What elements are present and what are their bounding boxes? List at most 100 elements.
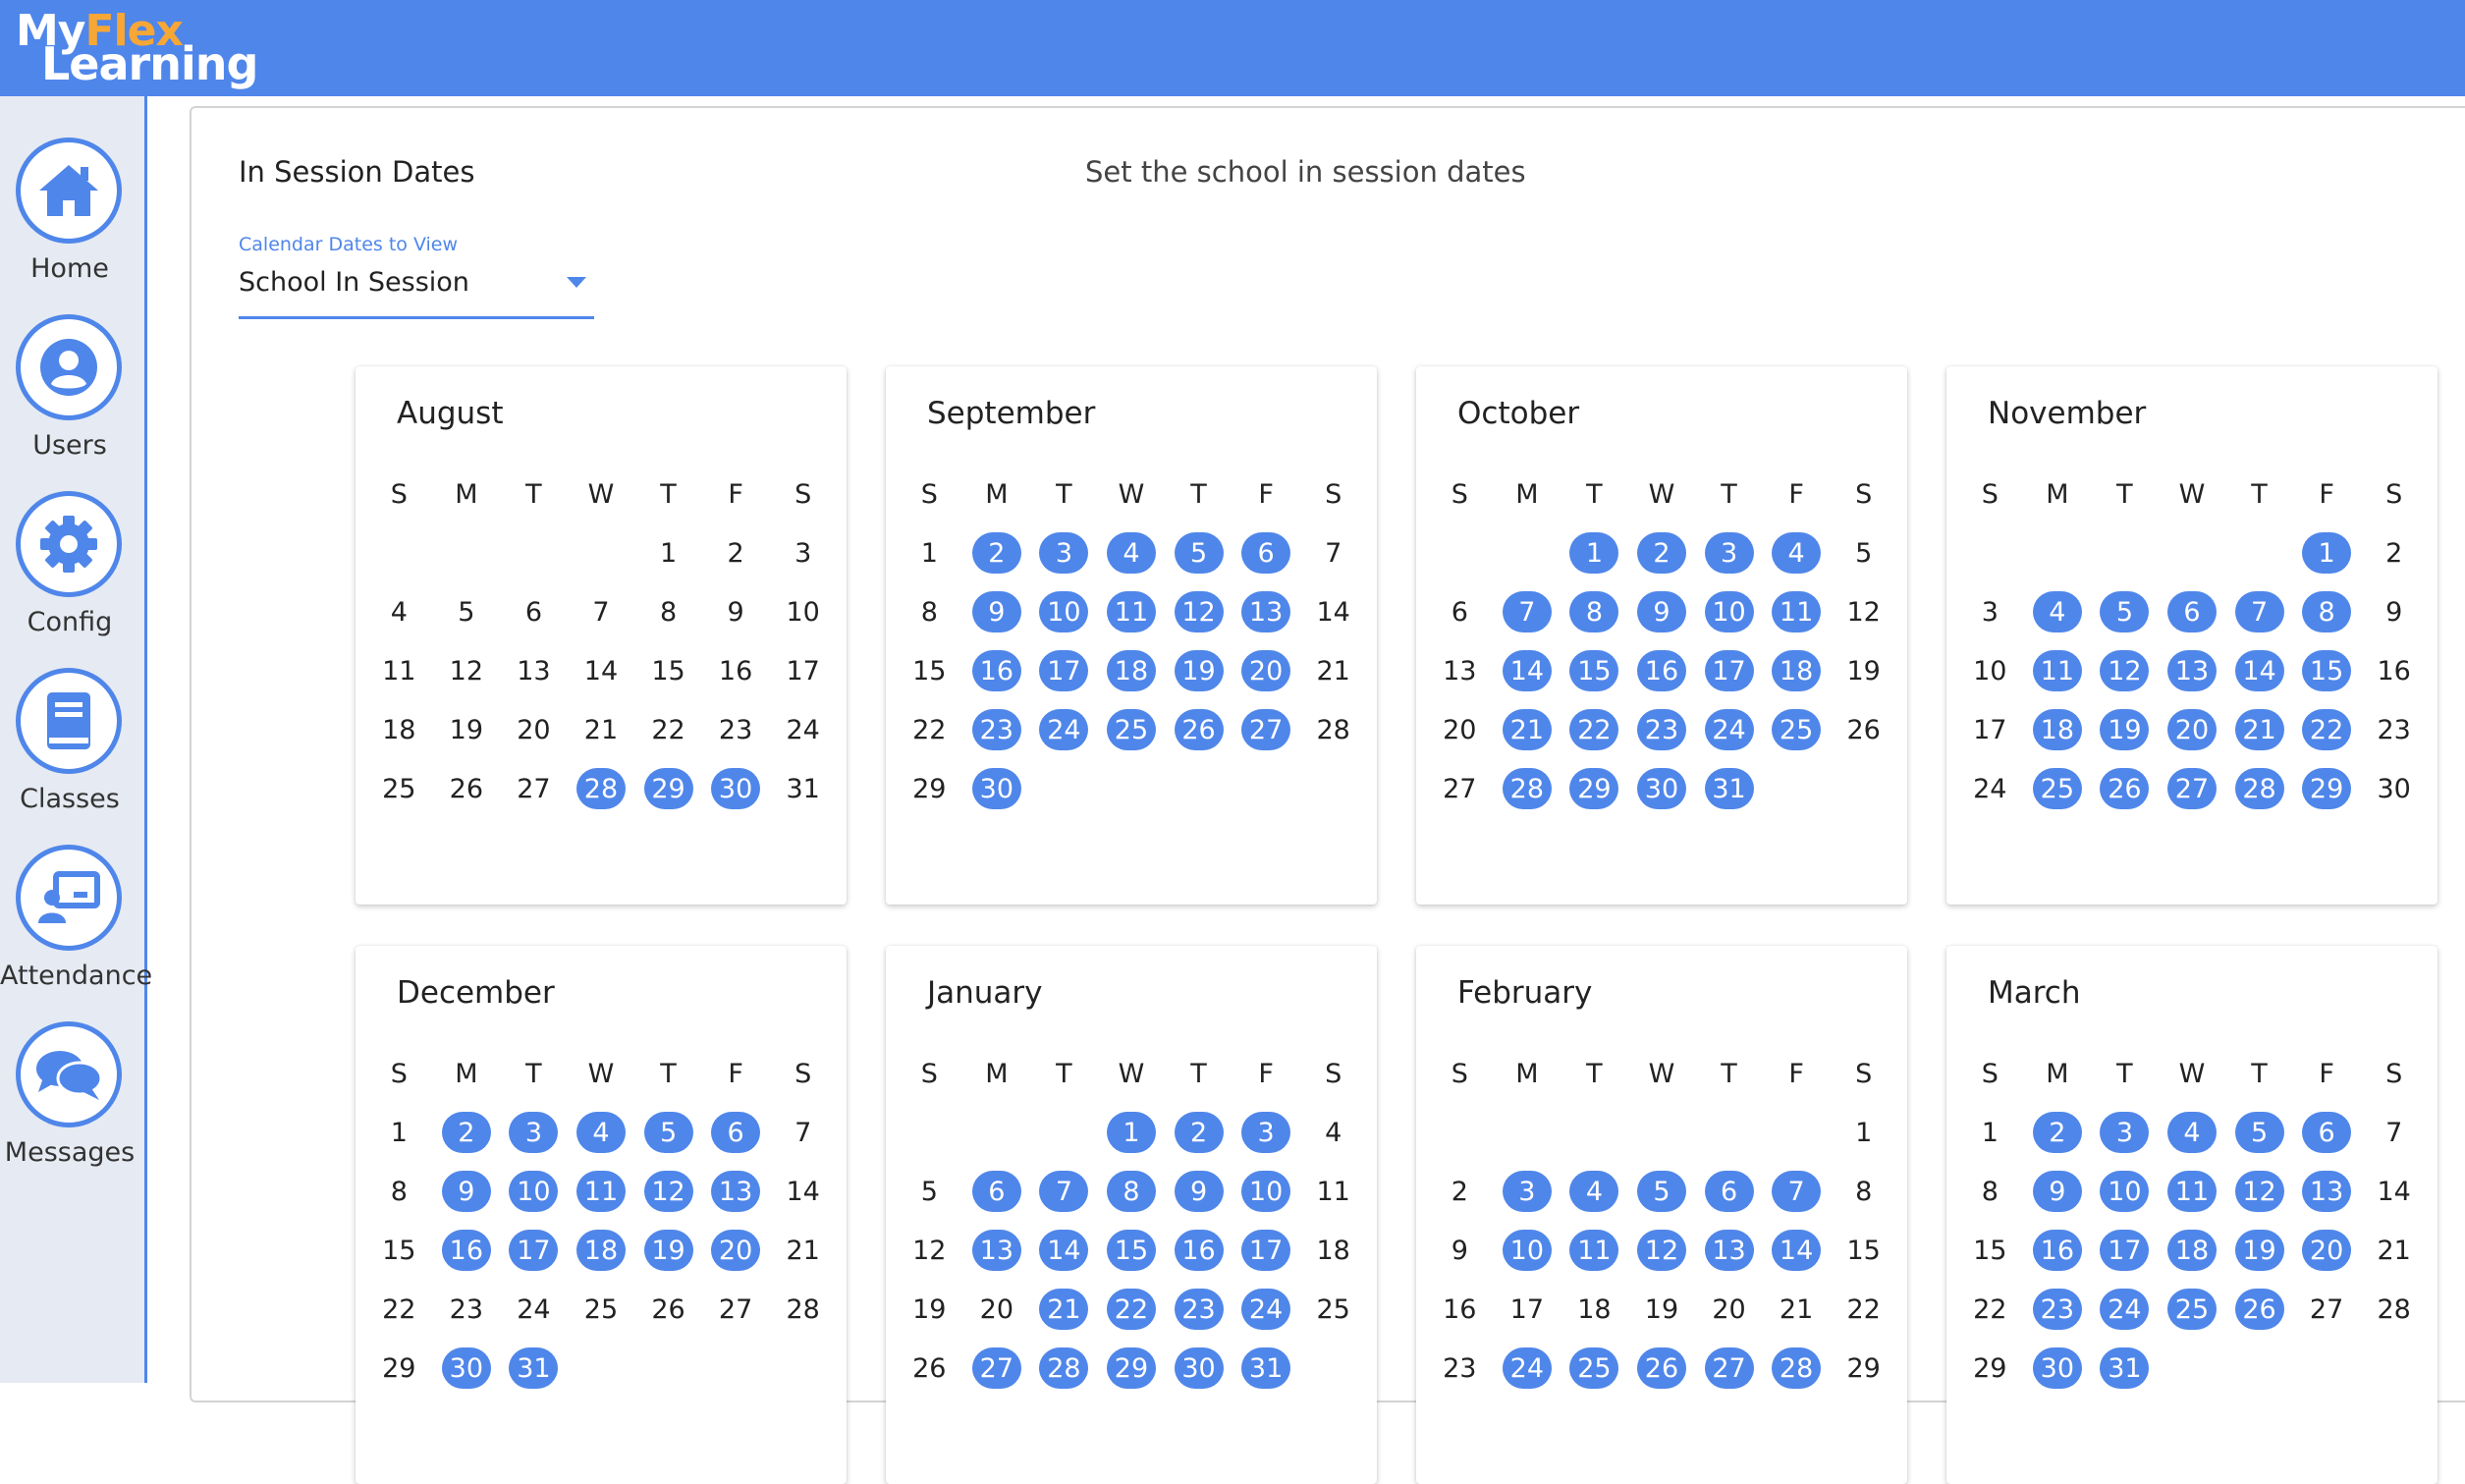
day-number[interactable]: 8: [1965, 1171, 2014, 1212]
day-in-session[interactable]: 20: [2302, 1230, 2352, 1271]
day-number[interactable]: 22: [1965, 1289, 2014, 1330]
day-cell[interactable]: 2: [2024, 1103, 2092, 1162]
day-cell[interactable]: 29: [1561, 759, 1628, 818]
day-cell[interactable]: 12: [1628, 1221, 1696, 1280]
day-cell[interactable]: 17: [1030, 641, 1098, 700]
day-cell[interactable]: 31: [769, 759, 837, 818]
day-cell[interactable]: 16: [433, 1221, 501, 1280]
day-in-session[interactable]: 12: [1174, 591, 1224, 632]
day-number[interactable]: 7: [576, 591, 626, 632]
day-cell[interactable]: 20: [963, 1280, 1031, 1339]
day-in-session[interactable]: 13: [1241, 591, 1291, 632]
day-in-session[interactable]: 22: [2302, 709, 2352, 750]
day-cell[interactable]: 24: [500, 1280, 568, 1339]
day-cell[interactable]: 2: [433, 1103, 501, 1162]
day-number[interactable]: 27: [711, 1289, 760, 1330]
day-number[interactable]: 17: [1965, 709, 2014, 750]
day-in-session[interactable]: 14: [2234, 650, 2284, 691]
day-number[interactable]: 15: [1965, 1230, 2014, 1271]
day-cell[interactable]: 2: [1165, 1103, 1232, 1162]
day-in-session[interactable]: 19: [2100, 709, 2150, 750]
day-cell[interactable]: 12: [433, 641, 501, 700]
day-cell[interactable]: 20: [2159, 700, 2226, 759]
day-cell[interactable]: 13: [500, 641, 568, 700]
day-in-session[interactable]: 17: [509, 1230, 559, 1271]
day-cell[interactable]: 20: [1232, 641, 1300, 700]
day-cell[interactable]: 17: [1232, 1221, 1300, 1280]
day-cell[interactable]: 17: [1695, 641, 1763, 700]
day-cell[interactable]: 16: [702, 641, 770, 700]
day-cell[interactable]: 16: [1426, 1280, 1494, 1339]
day-cell[interactable]: 12: [1165, 582, 1232, 641]
day-in-session[interactable]: 30: [1636, 768, 1686, 809]
day-cell[interactable]: 13: [963, 1221, 1031, 1280]
day-in-session[interactable]: 3: [1039, 532, 1089, 574]
day-in-session[interactable]: 5: [2100, 591, 2150, 632]
day-cell[interactable]: 15: [365, 1221, 433, 1280]
day-cell[interactable]: 16: [963, 641, 1031, 700]
day-cell[interactable]: 8: [1956, 1162, 2024, 1221]
day-cell[interactable]: 12: [2225, 1162, 2293, 1221]
day-cell[interactable]: 14: [1299, 582, 1367, 641]
day-cell[interactable]: 27: [1695, 1339, 1763, 1398]
day-number[interactable]: 9: [711, 591, 760, 632]
day-in-session[interactable]: 29: [1569, 768, 1619, 809]
day-cell[interactable]: 28: [1299, 700, 1367, 759]
day-cell[interactable]: 13: [1426, 641, 1494, 700]
day-cell[interactable]: 22: [365, 1280, 433, 1339]
day-number[interactable]: 26: [1839, 709, 1889, 750]
day-cell[interactable]: 17: [1956, 700, 2024, 759]
day-cell[interactable]: 21: [568, 700, 635, 759]
day-cell[interactable]: 8: [1561, 582, 1628, 641]
day-in-session[interactable]: 19: [643, 1230, 693, 1271]
day-cell[interactable]: 26: [433, 759, 501, 818]
day-cell[interactable]: 29: [365, 1339, 433, 1398]
day-cell[interactable]: 15: [1956, 1221, 2024, 1280]
day-cell[interactable]: 20: [1695, 1280, 1763, 1339]
day-cell[interactable]: 8: [896, 582, 963, 641]
day-number[interactable]: 20: [509, 709, 558, 750]
sidebar-item-home[interactable]: Home: [0, 137, 144, 304]
day-cell[interactable]: 8: [634, 582, 702, 641]
day-in-session[interactable]: 22: [1569, 709, 1619, 750]
day-cell[interactable]: 2: [1426, 1162, 1494, 1221]
day-cell[interactable]: 22: [1098, 1280, 1166, 1339]
day-in-session[interactable]: 3: [1241, 1112, 1291, 1153]
day-cell[interactable]: 3: [1494, 1162, 1561, 1221]
day-in-session[interactable]: 18: [1772, 650, 1822, 691]
day-in-session[interactable]: 14: [1502, 650, 1552, 691]
day-cell[interactable]: 3: [769, 523, 837, 582]
day-cell[interactable]: 7: [2360, 1103, 2428, 1162]
day-cell[interactable]: 17: [769, 641, 837, 700]
day-in-session[interactable]: 16: [1636, 650, 1686, 691]
day-cell[interactable]: 7: [568, 582, 635, 641]
day-cell[interactable]: 12: [896, 1221, 963, 1280]
day-cell[interactable]: 13: [2159, 641, 2226, 700]
day-cell[interactable]: 24: [1030, 700, 1098, 759]
day-in-session[interactable]: 23: [971, 709, 1021, 750]
day-number[interactable]: 11: [1309, 1171, 1358, 1212]
day-cell[interactable]: 25: [1763, 700, 1831, 759]
day-cell[interactable]: 25: [1299, 1280, 1367, 1339]
day-cell[interactable]: 11: [2024, 641, 2092, 700]
day-number[interactable]: 1: [374, 1112, 423, 1153]
day-number[interactable]: 21: [1772, 1289, 1821, 1330]
day-number[interactable]: 22: [1839, 1289, 1889, 1330]
day-cell[interactable]: 6: [702, 1103, 770, 1162]
day-cell[interactable]: 15: [634, 641, 702, 700]
day-number[interactable]: 27: [1435, 768, 1484, 809]
day-cell[interactable]: 25: [2024, 759, 2092, 818]
day-in-session[interactable]: 18: [575, 1230, 626, 1271]
day-in-session[interactable]: 13: [971, 1230, 1021, 1271]
day-in-session[interactable]: 25: [1772, 709, 1822, 750]
day-in-session[interactable]: 15: [1106, 1230, 1156, 1271]
day-cell[interactable]: 1: [896, 523, 963, 582]
day-number[interactable]: 11: [374, 650, 423, 691]
day-cell[interactable]: 24: [1494, 1339, 1561, 1398]
day-in-session[interactable]: 9: [2032, 1171, 2082, 1212]
day-in-session[interactable]: 3: [509, 1112, 559, 1153]
day-cell[interactable]: 7: [2225, 582, 2293, 641]
day-number[interactable]: 15: [1839, 1230, 1889, 1271]
day-number[interactable]: 21: [1309, 650, 1358, 691]
day-in-session[interactable]: 4: [1772, 532, 1822, 574]
